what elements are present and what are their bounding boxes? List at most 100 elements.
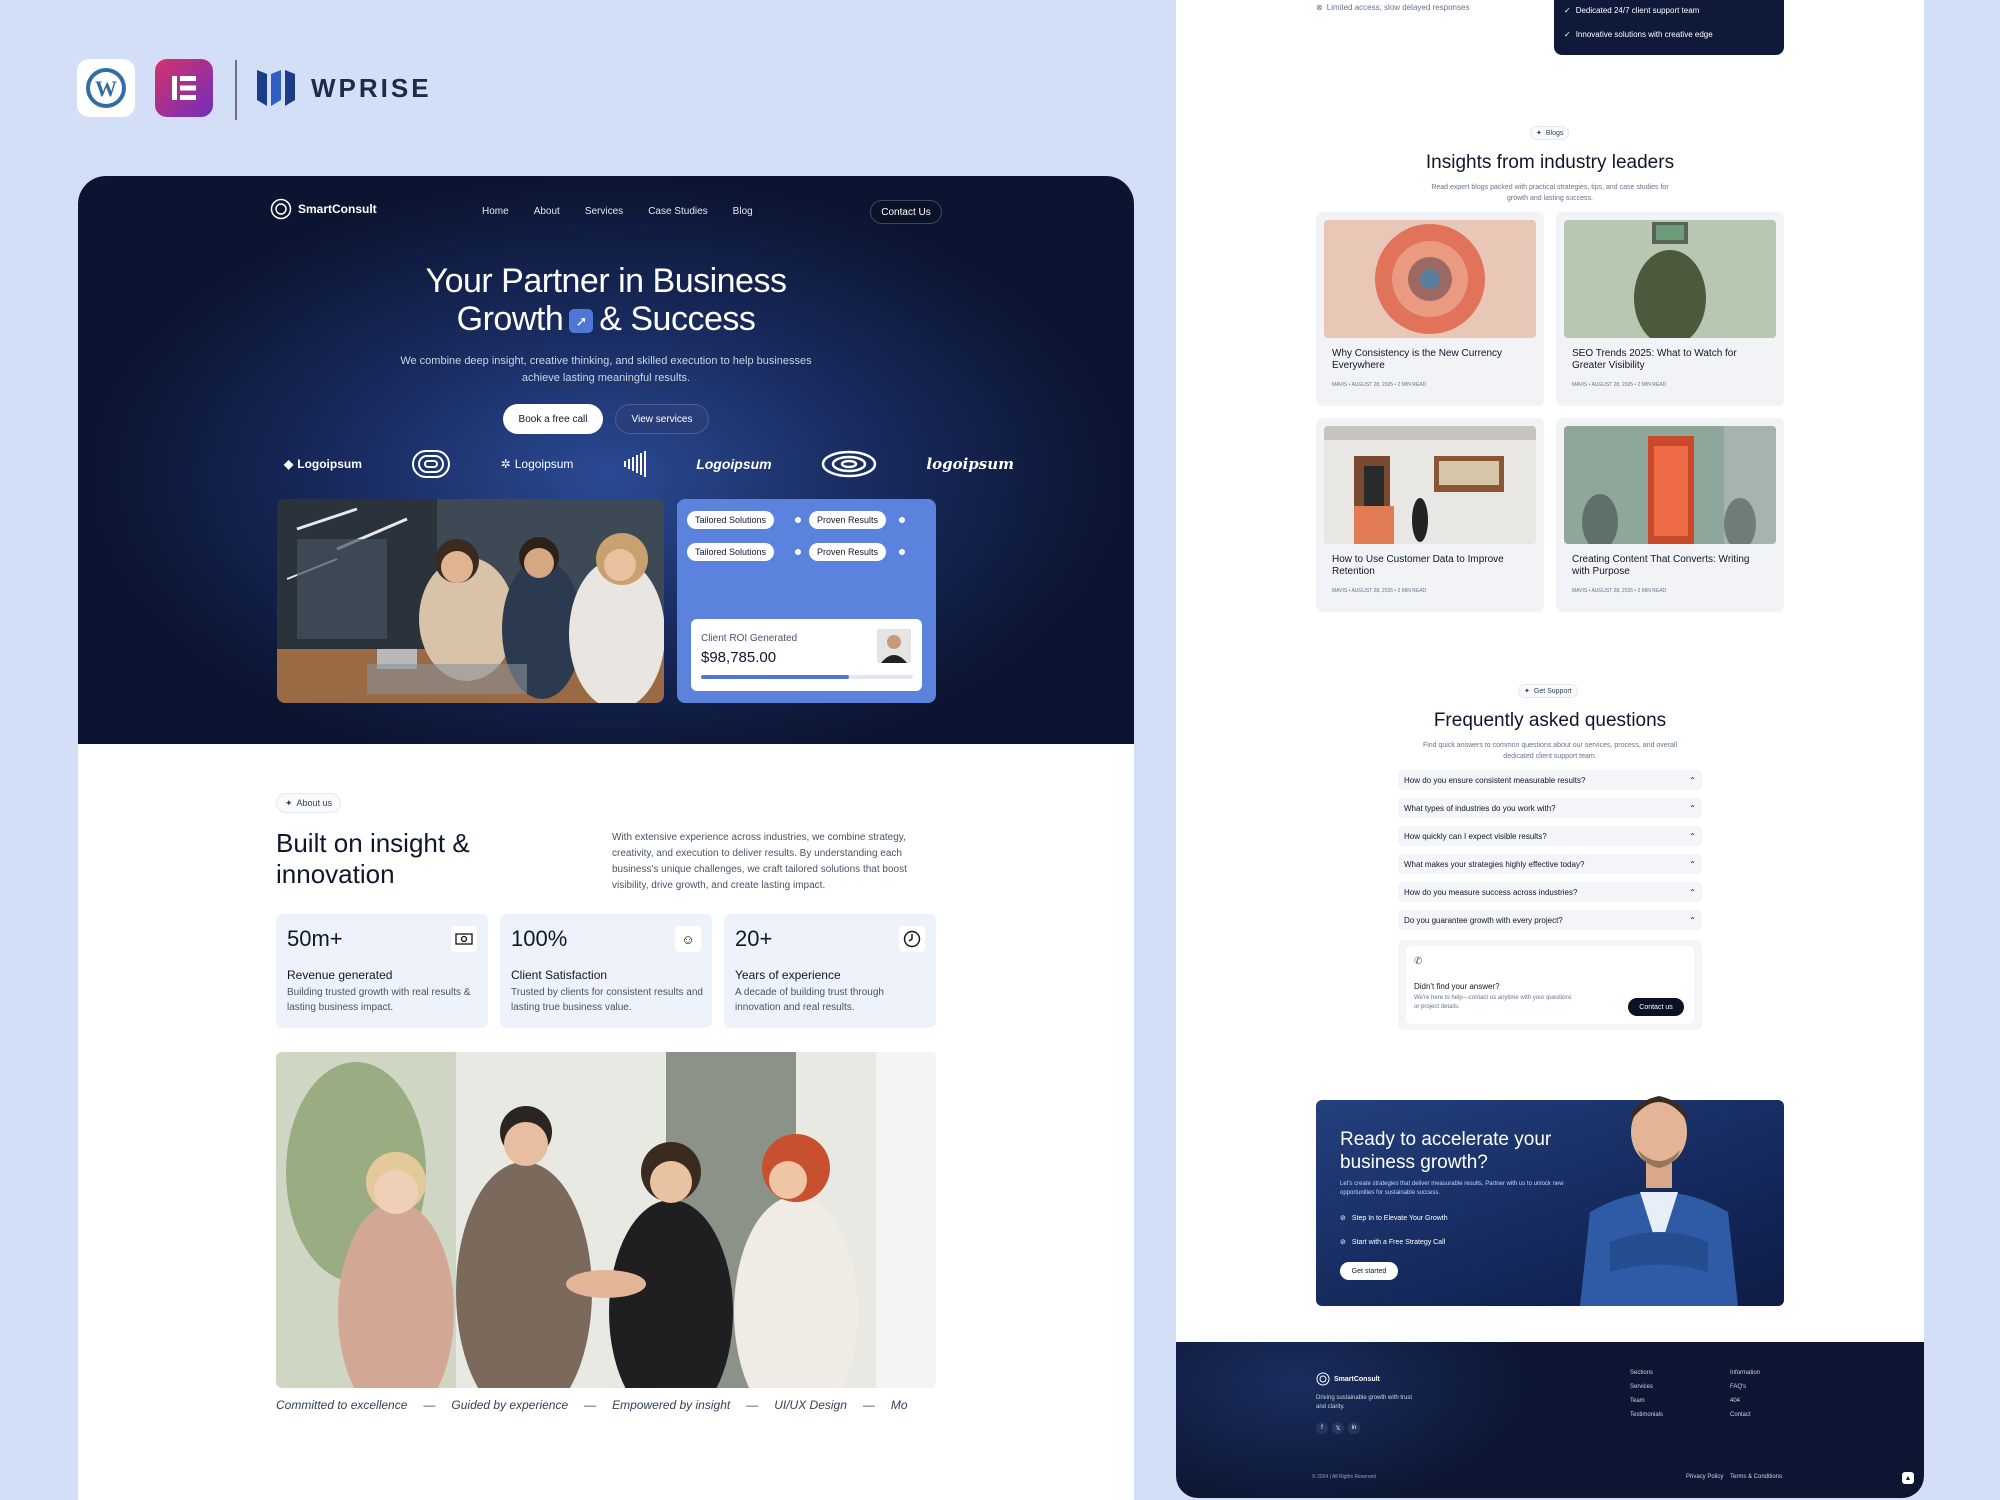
ticker-item: Guided by experience	[451, 1398, 569, 1412]
faq-item[interactable]: How do you measure success across indust…	[1398, 882, 1702, 902]
svg-text:W: W	[95, 76, 117, 101]
footer-link[interactable]: 404	[1730, 1398, 1740, 1404]
blog-card[interactable]: Creating Content That Converts: Writing …	[1556, 418, 1784, 612]
stat-title: Client Satisfaction	[511, 968, 608, 982]
stat-title: Years of experience	[735, 968, 841, 982]
linkedin-icon[interactable]: in	[1348, 1422, 1360, 1434]
faq-item[interactable]: Do you guarantee growth with every proje…	[1398, 910, 1702, 930]
footer-logo[interactable]: SmartConsult	[1316, 1372, 1380, 1386]
dark-features-card: ✓ Dedicated 24/7 client support team ✓ Inn…	[1554, 0, 1784, 55]
faq-help-title: Didn't find your answer?	[1414, 982, 1500, 991]
stat-value: 20+	[735, 926, 773, 951]
blog-card[interactable]: Why Consistency is the New Currency Ever…	[1316, 212, 1544, 406]
cta-item: ⊘ Start with a Free Strategy Call	[1340, 1238, 1446, 1247]
stat-value: 50m+	[287, 926, 343, 951]
right-page-preview: ⊗ Limited access, slow delayed responses …	[1176, 0, 1924, 1498]
footer-link[interactable]: Team	[1630, 1398, 1645, 1404]
partner-logo-1: ◆ Logoipsum	[284, 457, 362, 471]
nav-about[interactable]: About	[534, 206, 560, 217]
faq-item[interactable]: What types of industries do you work wit…	[1398, 798, 1702, 818]
check-circle-icon: ⊘	[1340, 1239, 1346, 1246]
faq-help-inner: ✆ Didn't find your answer? We're here to…	[1406, 946, 1694, 1024]
book-free-call-button[interactable]: Book a free call	[503, 404, 603, 434]
values-ticker: Committed to excellence — Guided by experi…	[276, 1398, 936, 1418]
faq-contact-button[interactable]: Contact us	[1628, 998, 1684, 1016]
ticker-item: UI/UX Design	[774, 1398, 847, 1412]
pill-separator	[899, 517, 905, 523]
footer-tagline: Driving sustainable growth with trust an…	[1316, 1395, 1413, 1410]
stat-card-experience: 20+ Years of experience A decade of buil…	[724, 914, 936, 1028]
client-roi-card: Client ROI Generated $98,785.00	[691, 619, 922, 691]
blogs-tag: ✦ Blogs	[1530, 126, 1570, 140]
roi-value: $98,785.00	[701, 649, 777, 666]
faq-item[interactable]: What makes your strategies highly effect…	[1398, 854, 1702, 874]
partner-logo-6	[821, 450, 877, 478]
blog-thumbnail	[1324, 220, 1536, 338]
wprise-mark-icon	[257, 70, 295, 106]
pill-tailored-solutions: Tailored Solutions	[687, 543, 775, 561]
ticker-item: Empowered by insight	[612, 1398, 731, 1412]
footer-link[interactable]: FAQ's	[1730, 1384, 1746, 1390]
footer-terms-link[interactable]: Terms & Conditions	[1730, 1474, 1782, 1480]
blog-title: How to Use Customer Data to Improve Rete…	[1332, 554, 1504, 577]
footer-link[interactable]: Contact	[1730, 1412, 1751, 1418]
cta-title: Ready to accelerate your business growth…	[1340, 1129, 1552, 1173]
faq-item[interactable]: How do you ensure consistent measurable …	[1398, 770, 1702, 790]
footer-link[interactable]: Services	[1630, 1384, 1653, 1390]
stat-card-revenue: 50m+ Revenue generated Building trusted …	[276, 914, 488, 1028]
ticker-dash: —	[584, 1398, 597, 1412]
chevron-up-icon: ⌃	[1689, 775, 1696, 785]
partner-logo-5: Logoipsum	[696, 456, 772, 472]
pill-proven-results: Proven Results	[809, 543, 887, 561]
get-started-button[interactable]: Get started	[1340, 1262, 1398, 1280]
clock-icon	[899, 926, 925, 952]
footer-privacy-link[interactable]: Privacy Policy	[1686, 1474, 1723, 1480]
hero-title-line2: Growth ➚ & Success	[78, 300, 1134, 338]
faq-tag: ✦ Get Support	[1518, 684, 1578, 698]
smartconsult-logo-icon	[1316, 1372, 1330, 1386]
blog-meta: MAVIS • AUGUST 28, 2025 • 2 MIN READ	[1332, 382, 1427, 388]
faq-question: What makes your strategies highly effect…	[1404, 859, 1585, 869]
footer-col-title: Sections	[1630, 1370, 1654, 1376]
hero-subtitle: We combine deep insight, creative thinki…	[400, 355, 812, 384]
avatar	[877, 629, 911, 663]
blog-meta: MAVIS • AUGUST 28, 2025 • 2 MIN READ	[1572, 588, 1667, 594]
pill-separator	[899, 549, 905, 555]
chevron-up-icon: ⌃	[1689, 887, 1696, 897]
flame-logo-icon: ◆	[284, 457, 294, 471]
pill-separator	[795, 517, 801, 523]
roi-progress-fill	[701, 675, 850, 679]
nav-services[interactable]: Services	[585, 206, 623, 217]
sparkle-icon: ✦	[1524, 688, 1530, 695]
site-logo[interactable]: SmartConsult	[270, 198, 377, 220]
hero-title: Your Partner in Business Growth ➚ & Succes…	[78, 262, 1134, 338]
nav-blog[interactable]: Blog	[733, 206, 753, 217]
nav-case-studies[interactable]: Case Studies	[648, 206, 707, 217]
blogs-subtitle: Read expert blogs packed with practical …	[1431, 184, 1669, 202]
blog-card[interactable]: How to Use Customer Data to Improve Rete…	[1316, 418, 1544, 612]
feature-item: ✓ Innovative solutions with creative edge	[1564, 30, 1713, 39]
nav-home[interactable]: Home	[482, 206, 509, 217]
blog-meta: MAVIS • AUGUST 28, 2025 • 2 MIN READ	[1332, 588, 1427, 594]
wprise-wordmark: WPRISE	[311, 72, 432, 103]
pill-proven-results: Proven Results	[809, 511, 887, 529]
site-footer: SmartConsult Driving sustainable growth …	[1176, 1342, 1924, 1498]
x-twitter-icon[interactable]: 𝕏	[1332, 1422, 1344, 1434]
footer-link[interactable]: Testimonials	[1630, 1412, 1663, 1418]
x-circle-icon: ⊗	[1316, 2, 1323, 12]
footer-copyright: © 2024 | All Rights Reserved	[1312, 1474, 1376, 1480]
faq-item[interactable]: How quickly can I expect visible results…	[1398, 826, 1702, 846]
blog-card[interactable]: SEO Trends 2025: What to Watch for Great…	[1556, 212, 1784, 406]
chevron-up-icon: ⌃	[1689, 915, 1696, 925]
roi-progress-bar	[701, 675, 913, 679]
facebook-icon[interactable]: f	[1316, 1422, 1328, 1434]
rocket-icon: ➚	[569, 309, 594, 334]
view-services-button[interactable]: View services	[615, 404, 709, 434]
contact-us-button[interactable]: Contact Us	[870, 200, 942, 224]
partner-logos: ◆ Logoipsum ✲ Logoipsum Logoipsum logoipsu…	[284, 446, 1014, 482]
feature-item: ✓ Dedicated 24/7 client support team	[1564, 6, 1700, 15]
scroll-top-button[interactable]: ▲	[1902, 1472, 1914, 1484]
blog-meta: MAVIS • AUGUST 28, 2025 • 2 MIN READ	[1572, 382, 1667, 388]
check-circle-icon: ✓	[1564, 6, 1571, 15]
about-title: Built on insight & innovation	[276, 828, 470, 889]
